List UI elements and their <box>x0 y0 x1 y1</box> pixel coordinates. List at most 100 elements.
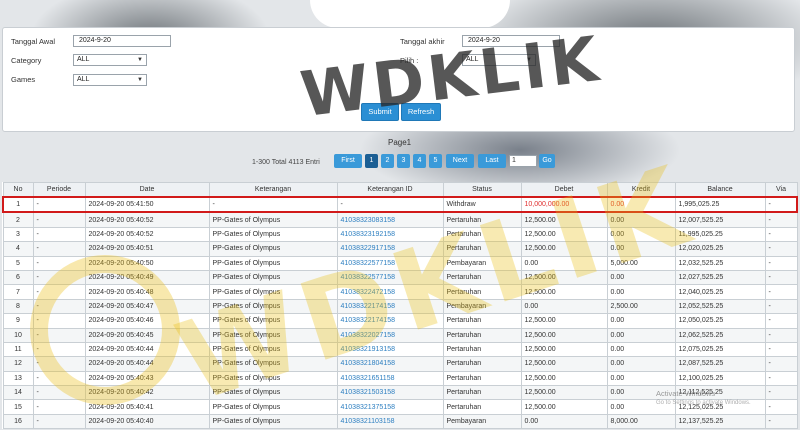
cell-via: - <box>764 356 798 372</box>
cell-via: - <box>764 284 798 300</box>
cell-keterangan-id[interactable]: 41038322174158 <box>336 313 444 329</box>
cell-via: - <box>764 313 798 329</box>
cell-no: 7 <box>2 284 34 300</box>
cell-keterangan-id[interactable]: 41038322027158 <box>336 327 444 343</box>
cell-debet: 12,500.00 <box>520 385 608 401</box>
cell-status: Pertaruhan <box>442 385 522 401</box>
column-header: Date <box>84 182 210 198</box>
cell-balance: 12,112,525.25 <box>674 385 766 401</box>
cell-keterangan-id[interactable]: 41038322577158 <box>336 269 444 286</box>
cell-balance: 11,995,025.25 <box>674 226 766 243</box>
cell-kredit: 0.00 <box>606 313 676 329</box>
cell-via: - <box>764 370 798 387</box>
cell-periode: - <box>32 211 86 228</box>
cell-keterangan: PP-Gates of Olympus <box>208 385 338 401</box>
cell-periode: - <box>32 284 86 300</box>
games-label: Games <box>11 75 36 84</box>
column-header: Via <box>764 182 798 198</box>
games-select[interactable]: ALL ▼ <box>73 74 147 86</box>
transaction-table: No Periode Date Keterangan Keterangan ID Stat… <box>2 182 798 430</box>
cell-keterangan-id[interactable]: 41038321804158 <box>336 356 444 372</box>
next-page-button[interactable]: Next <box>446 154 474 168</box>
cell-status: Pertaruhan <box>442 370 522 387</box>
cell-balance: 12,027,525.25 <box>674 269 766 286</box>
table-row: 5-2024-09-20 05:40:50 PP-Gates of Olympus… <box>2 255 798 271</box>
chevron-down-icon: ▼ <box>526 57 532 63</box>
cell-balance: 12,087,525.25 <box>674 356 766 372</box>
cell-keterangan-id[interactable]: 41038321503158 <box>336 385 444 401</box>
cell-via: - <box>764 413 798 430</box>
cell-kredit: 0.00 <box>606 341 676 358</box>
cell-keterangan: PP-Gates of Olympus <box>208 327 338 343</box>
column-header: Status <box>442 182 522 198</box>
cell-status: Pertaruhan <box>442 356 522 372</box>
column-header: Balance <box>674 182 766 198</box>
cell-debet: 12,500.00 <box>520 284 608 300</box>
refresh-button[interactable]: Refresh <box>401 103 441 121</box>
cell-date: 2024-09-20 05:40:48 <box>84 284 210 300</box>
cell-kredit: 0.00 <box>606 284 676 300</box>
page-button-5[interactable]: 5 <box>429 154 442 168</box>
cell-periode: - <box>32 399 86 415</box>
cell-kredit: 0.00 <box>606 269 676 286</box>
cell-debet: 0.00 <box>520 255 608 271</box>
column-header: Kredit <box>606 182 676 198</box>
go-button[interactable]: Go <box>539 154 555 168</box>
cell-keterangan: PP-Gates of Olympus <box>208 255 338 271</box>
column-header: No <box>2 182 34 198</box>
first-page-button[interactable]: First <box>334 154 362 168</box>
cell-keterangan-id[interactable]: 41038322472158 <box>336 284 444 300</box>
cell-balance: 12,125,025.25 <box>674 399 766 415</box>
cell-via: - <box>764 341 798 358</box>
category-label: Category <box>11 56 42 65</box>
page-button-4[interactable]: 4 <box>413 154 426 168</box>
tanggal-awal-input[interactable]: 2024-9-20 <box>73 35 171 47</box>
cell-keterangan-id[interactable]: 41038323083158 <box>336 211 444 228</box>
cell-keterangan: PP-Gates of Olympus <box>208 341 338 358</box>
cell-status: Pertaruhan <box>442 399 522 415</box>
last-page-button[interactable]: Last <box>478 154 506 168</box>
tanggal-akhir-input[interactable]: 2024-9-20 <box>462 35 560 47</box>
pilih-label: Pilih : <box>400 56 419 65</box>
cell-date: 2024-09-20 05:40:52 <box>84 226 210 243</box>
cell-no: 8 <box>2 298 34 315</box>
cell-keterangan-id[interactable]: 41038321651158 <box>336 370 444 387</box>
cell-no: 1 <box>2 195 34 214</box>
cell-keterangan-id[interactable]: 41038323192158 <box>336 226 444 243</box>
cell-keterangan-id[interactable]: 41038322174158 <box>336 298 444 315</box>
cell-keterangan-id[interactable]: 41038321103158 <box>336 413 444 430</box>
category-select[interactable]: ALL ▼ <box>73 54 147 66</box>
cell-balance: 1,995,025.25 <box>674 195 766 214</box>
cell-debet: 10,000,000.00 <box>520 195 608 214</box>
cell-date: 2024-09-20 05:40:50 <box>84 255 210 271</box>
cell-via: - <box>764 399 798 415</box>
cell-keterangan-id[interactable]: 41038321913158 <box>336 341 444 358</box>
cell-periode: - <box>32 195 86 214</box>
cell-keterangan: PP-Gates of Olympus <box>208 284 338 300</box>
page-number-input[interactable]: 1 <box>509 155 537 167</box>
page-button-1[interactable]: 1 <box>365 154 378 168</box>
background-shape <box>310 0 510 28</box>
table-row: 16-2024-09-20 05:40:40 PP-Gates of Olympu… <box>2 413 798 430</box>
table-row: 15-2024-09-20 05:40:41 PP-Gates of Olympu… <box>2 399 798 415</box>
page-button-3[interactable]: 3 <box>397 154 410 168</box>
table-row: 13-2024-09-20 05:40:43 PP-Gates of Olympu… <box>2 370 798 387</box>
cell-keterangan: PP-Gates of Olympus <box>208 413 338 430</box>
pilih-select[interactable]: ALL ▼ <box>462 54 536 66</box>
column-header: Debet <box>520 182 608 198</box>
cell-keterangan: PP-Gates of Olympus <box>208 356 338 372</box>
cell-keterangan: PP-Gates of Olympus <box>208 399 338 415</box>
page-button-2[interactable]: 2 <box>381 154 394 168</box>
cell-status: Pembayaran <box>442 255 522 271</box>
cell-keterangan-id[interactable]: 41038321375158 <box>336 399 444 415</box>
cell-debet: 0.00 <box>520 413 608 430</box>
table-row: 2-2024-09-20 05:40:52 PP-Gates of Olympus… <box>2 211 798 228</box>
cell-date: 2024-09-20 05:40:44 <box>84 341 210 358</box>
submit-button[interactable]: Submit <box>361 103 399 121</box>
cell-status: Pertaruhan <box>442 313 522 329</box>
cell-keterangan-id[interactable]: 41038322577158 <box>336 255 444 271</box>
cell-periode: - <box>32 385 86 401</box>
tanggal-akhir-label: Tanggal akhir <box>400 37 445 46</box>
cell-keterangan-id[interactable]: 41038322917158 <box>336 241 444 257</box>
cell-status: Pertaruhan <box>442 269 522 286</box>
